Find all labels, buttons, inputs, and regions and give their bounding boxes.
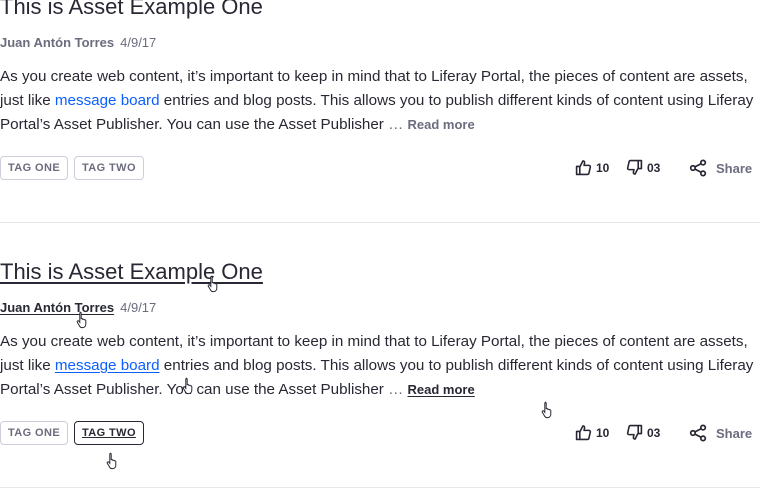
- hand-pointer-cursor-icon: [541, 401, 552, 419]
- asset-footer: TAG ONE TAG TWO 10 03 Share: [0, 421, 760, 447]
- share-icon: [689, 424, 707, 442]
- dislike-count: 03: [647, 160, 661, 175]
- like-count: 10: [596, 425, 610, 440]
- hand-pointer-cursor-icon: [76, 311, 87, 329]
- thumbs-up-icon: [575, 159, 592, 176]
- publish-date: 4/9/17: [120, 299, 157, 315]
- like-button[interactable]: 10: [575, 159, 609, 176]
- thumbs-up-icon: [575, 424, 592, 441]
- hand-pointer-cursor-icon: [106, 452, 117, 470]
- share-button[interactable]: Share: [689, 159, 752, 177]
- asset-title[interactable]: This is Asset Example One: [0, 0, 760, 22]
- tag-one[interactable]: TAG ONE: [0, 421, 69, 445]
- asset-entry: This is Asset Example One Juan Antón Tor…: [0, 0, 760, 182]
- asset-entry: This is Asset Example One Juan Antón Tor…: [0, 257, 760, 447]
- author-link[interactable]: Juan Antón Torres: [0, 300, 114, 315]
- like-button[interactable]: 10: [575, 424, 609, 441]
- ellipsis: …: [388, 116, 404, 133]
- publish-date: 4/9/17: [120, 34, 157, 50]
- tag-two[interactable]: TAG TWO: [74, 421, 144, 445]
- author-link[interactable]: Juan Antón Torres: [0, 35, 114, 50]
- asset-meta: Juan Antón Torres 4/9/17: [0, 32, 760, 52]
- dislike-button[interactable]: 03: [626, 159, 660, 176]
- hand-pointer-cursor-icon: [182, 377, 193, 395]
- tag-two[interactable]: TAG TWO: [74, 156, 144, 180]
- message-board-link[interactable]: message board: [55, 357, 160, 374]
- share-button[interactable]: Share: [689, 424, 752, 442]
- like-count: 10: [596, 160, 610, 175]
- entry-divider: [0, 487, 760, 488]
- ellipsis: …: [388, 381, 404, 398]
- asset-title[interactable]: This is Asset Example One: [0, 257, 760, 287]
- share-icon: [689, 159, 707, 177]
- share-label: Share: [716, 160, 753, 176]
- asset-summary: As you create web content, it’s importan…: [0, 65, 760, 137]
- read-more-link[interactable]: Read more: [408, 382, 475, 397]
- share-label: Share: [716, 425, 753, 441]
- asset-footer: TAG ONE TAG TWO 10 03 Share: [0, 156, 760, 182]
- dislike-button[interactable]: 03: [626, 424, 660, 441]
- tag-one[interactable]: TAG ONE: [0, 156, 69, 180]
- dislike-count: 03: [647, 425, 661, 440]
- thumbs-down-icon: [626, 424, 643, 441]
- entry-divider: [0, 222, 760, 223]
- read-more-link[interactable]: Read more: [408, 117, 475, 132]
- asset-meta: Juan Antón Torres 4/9/17: [0, 297, 760, 317]
- hand-pointer-cursor-icon: [207, 275, 218, 293]
- message-board-link[interactable]: message board: [55, 92, 160, 109]
- asset-summary: As you create web content, it’s importan…: [0, 330, 760, 402]
- thumbs-down-icon: [626, 159, 643, 176]
